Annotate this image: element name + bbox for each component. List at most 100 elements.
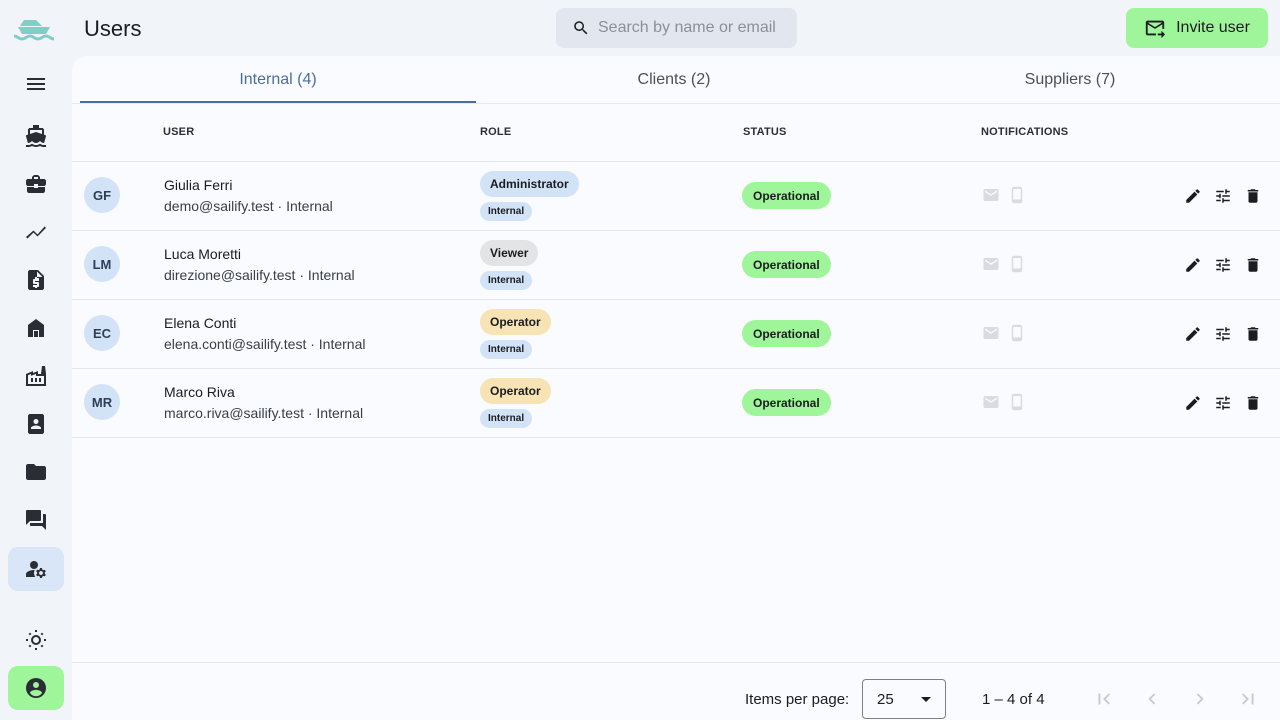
push-notification-icon <box>1008 324 1026 342</box>
user-email: demo@sailify.test · Internal <box>164 198 333 214</box>
search-box[interactable] <box>556 8 797 48</box>
items-per-page-label: Items per page: <box>745 691 850 708</box>
delete-icon <box>1247 189 1259 203</box>
user-type-badge: Internal <box>480 340 533 359</box>
items-per-page-select[interactable]: 25 <box>862 679 946 719</box>
forum-icon <box>26 510 46 530</box>
push-notification-icon <box>1008 255 1026 273</box>
permissions-button[interactable] <box>1212 185 1234 207</box>
chevron-left-icon <box>1148 693 1156 705</box>
user-name: Luca Moretti <box>164 246 242 262</box>
tab-indicator <box>80 101 476 103</box>
email-notification-icon <box>982 393 1000 411</box>
search-input[interactable] <box>598 19 788 37</box>
tune-icon <box>1216 189 1230 203</box>
permissions-button[interactable] <box>1212 254 1234 276</box>
menu-icon <box>27 78 45 90</box>
manage-accounts-icon <box>26 561 46 578</box>
table-row[interactable]: LM Luca Moretti direzione@sailify.test ·… <box>72 231 1280 300</box>
status-badge: Operational <box>742 182 831 209</box>
table-header: USER ROLE STATUS NOTIFICATIONS <box>72 104 1280 162</box>
edit-button[interactable] <box>1182 323 1204 345</box>
column-header-user[interactable]: USER <box>163 126 194 138</box>
role-badge: Viewer <box>480 240 539 266</box>
users-panel: Internal (4) Clients (2) Suppliers (7) U… <box>72 56 1280 720</box>
trending-icon <box>26 226 46 239</box>
table-row[interactable]: EC Elena Conti elena.conti@sailify.test … <box>72 300 1280 369</box>
sidebar-item-analytics[interactable] <box>8 210 64 254</box>
permissions-button[interactable] <box>1212 323 1234 345</box>
invoice-icon <box>28 270 44 290</box>
delete-button[interactable] <box>1242 254 1264 276</box>
email-notification-icon <box>982 324 1000 342</box>
delete-button[interactable] <box>1242 185 1264 207</box>
chevron-right-icon <box>1196 693 1204 705</box>
delete-button[interactable] <box>1242 323 1264 345</box>
edit-icon <box>1186 327 1200 341</box>
status-badge: Operational <box>742 251 831 278</box>
table-row[interactable]: MR Marco Riva marco.riva@sailify.test · … <box>72 369 1280 438</box>
delete-icon <box>1247 258 1259 272</box>
sidebar-item-boats[interactable] <box>8 114 64 158</box>
paginator: Items per page: 25 1 – 4 of 4 <box>72 662 1280 720</box>
avatar: EC <box>84 315 120 351</box>
delete-button[interactable] <box>1242 392 1264 414</box>
contact-document-icon <box>28 414 44 434</box>
page-title: Users <box>84 16 142 41</box>
column-header-notifications[interactable]: NOTIFICATIONS <box>981 126 1068 138</box>
sidebar-item-messages[interactable] <box>8 498 64 542</box>
theme-toggle-button[interactable] <box>8 618 64 662</box>
next-page-button[interactable] <box>1188 687 1212 711</box>
user-email: marco.riva@sailify.test · Internal <box>164 405 364 421</box>
boat-logo-icon <box>13 20 55 41</box>
chevron-down-icon <box>921 697 931 702</box>
mail-send-icon <box>1145 20 1166 39</box>
avatar: GF <box>84 177 120 213</box>
page-range-label: 1 – 4 of 4 <box>982 691 1045 708</box>
sidebar-item-jobs[interactable] <box>8 162 64 206</box>
tab-clients[interactable]: Clients (2) <box>476 56 872 104</box>
column-header-role[interactable]: ROLE <box>480 126 511 138</box>
previous-page-button[interactable] <box>1140 687 1164 711</box>
table-row[interactable]: GF Giulia Ferri demo@sailify.test · Inte… <box>72 162 1280 231</box>
sidebar <box>0 0 72 720</box>
theme-toggle-icon <box>26 630 46 650</box>
permissions-button[interactable] <box>1212 392 1234 414</box>
edit-button[interactable] <box>1182 392 1204 414</box>
account-circle-icon <box>26 678 46 698</box>
user-name: Marco Riva <box>164 384 235 400</box>
edit-button[interactable] <box>1182 254 1204 276</box>
first-page-button[interactable] <box>1092 687 1116 711</box>
user-type-badge: Internal <box>480 202 533 221</box>
sidebar-item-suppliers[interactable] <box>8 354 64 398</box>
items-per-page-value: 25 <box>877 690 894 708</box>
avatar: MR <box>84 384 120 420</box>
edit-button[interactable] <box>1182 185 1204 207</box>
sidebar-item-contacts[interactable] <box>8 402 64 446</box>
last-page-button[interactable] <box>1236 687 1260 711</box>
email-notification-icon <box>982 255 1000 273</box>
menu-button[interactable] <box>8 62 64 106</box>
role-badge: Administrator <box>480 171 579 197</box>
store-icon <box>28 319 44 337</box>
edit-icon <box>1186 396 1200 410</box>
status-badge: Operational <box>742 389 831 416</box>
user-name: Giulia Ferri <box>164 177 233 193</box>
first-page-icon <box>1098 693 1110 705</box>
folder-icon <box>26 464 46 480</box>
delete-icon <box>1247 327 1259 341</box>
sidebar-item-marinas[interactable] <box>8 306 64 350</box>
sidebar-item-invoices[interactable] <box>8 258 64 302</box>
last-page-icon <box>1242 693 1254 705</box>
user-name: Elena Conti <box>164 315 237 331</box>
tab-internal[interactable]: Internal (4) <box>80 56 476 104</box>
tab-suppliers[interactable]: Suppliers (7) <box>872 56 1268 104</box>
sidebar-item-users[interactable] <box>8 547 64 591</box>
profile-button[interactable] <box>8 666 64 710</box>
invite-user-button[interactable]: Invite user <box>1126 8 1268 48</box>
email-notification-icon <box>982 186 1000 204</box>
briefcase-icon <box>26 175 46 193</box>
invite-user-label: Invite user <box>1176 19 1250 36</box>
sidebar-item-files[interactable] <box>8 450 64 494</box>
column-header-status[interactable]: STATUS <box>743 126 787 138</box>
